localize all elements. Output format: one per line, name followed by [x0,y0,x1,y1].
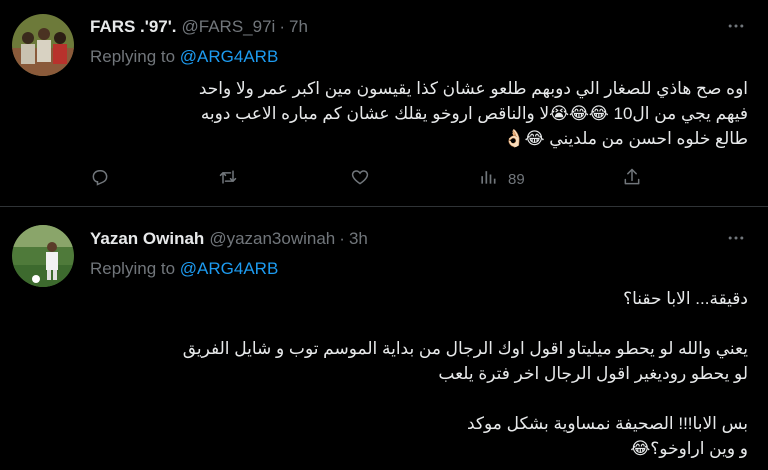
tweet-text: اوه صح هاذي للصغار الي دوبهم طلعو عشان ك… [198,79,748,148]
tweet-text: دقيقة... الابا حقنا؟ يعني والله لو يحطو … [182,289,748,458]
user-handle[interactable]: @yazan3owinah [209,229,335,249]
replying-to-link[interactable]: @ARG4ARB [180,259,279,278]
share-button[interactable] [622,163,642,195]
separator-dot: · [339,229,345,248]
views-count: 89 [508,170,525,188]
tweet-header: FARS .'97'. @FARS_97i · 7h [90,17,308,37]
tweet-header: Yazan Owinah @yazan3owinah · 3h [90,229,368,249]
separator-dot: · [279,17,285,36]
tweet[interactable]: FARS .'97'. @FARS_97i · 7h Replying to @… [0,0,768,207]
avatar[interactable] [12,14,74,76]
tweet-actions: 89 [90,163,746,195]
like-button[interactable] [350,163,370,195]
share-icon [622,167,642,191]
heart-icon [350,167,370,191]
user-handle[interactable]: @FARS_97i [182,17,276,37]
more-horizontal-icon[interactable] [724,14,748,38]
replying-to: Replying to @ARG4ARB [90,259,278,279]
replying-to-label: Replying to [90,259,176,278]
views-icon [478,167,498,191]
replying-to: Replying to @ARG4ARB [90,47,278,67]
retweet-button[interactable] [218,163,238,195]
tweet[interactable]: Yazan Owinah @yazan3owinah · 3h Replying… [0,208,768,470]
retweet-icon [218,167,238,191]
avatar[interactable] [12,225,74,287]
reply-icon [90,167,110,191]
more-horizontal-icon[interactable] [724,226,748,250]
replying-to-label: Replying to [90,47,176,66]
timestamp[interactable]: 3h [349,229,368,249]
replying-to-link[interactable]: @ARG4ARB [180,47,279,66]
reply-button[interactable] [90,163,110,195]
timestamp[interactable]: 7h [289,17,308,37]
display-name[interactable]: FARS .'97'. [90,17,177,37]
display-name[interactable]: Yazan Owinah [90,229,204,249]
views-button[interactable]: 89 [478,163,525,195]
